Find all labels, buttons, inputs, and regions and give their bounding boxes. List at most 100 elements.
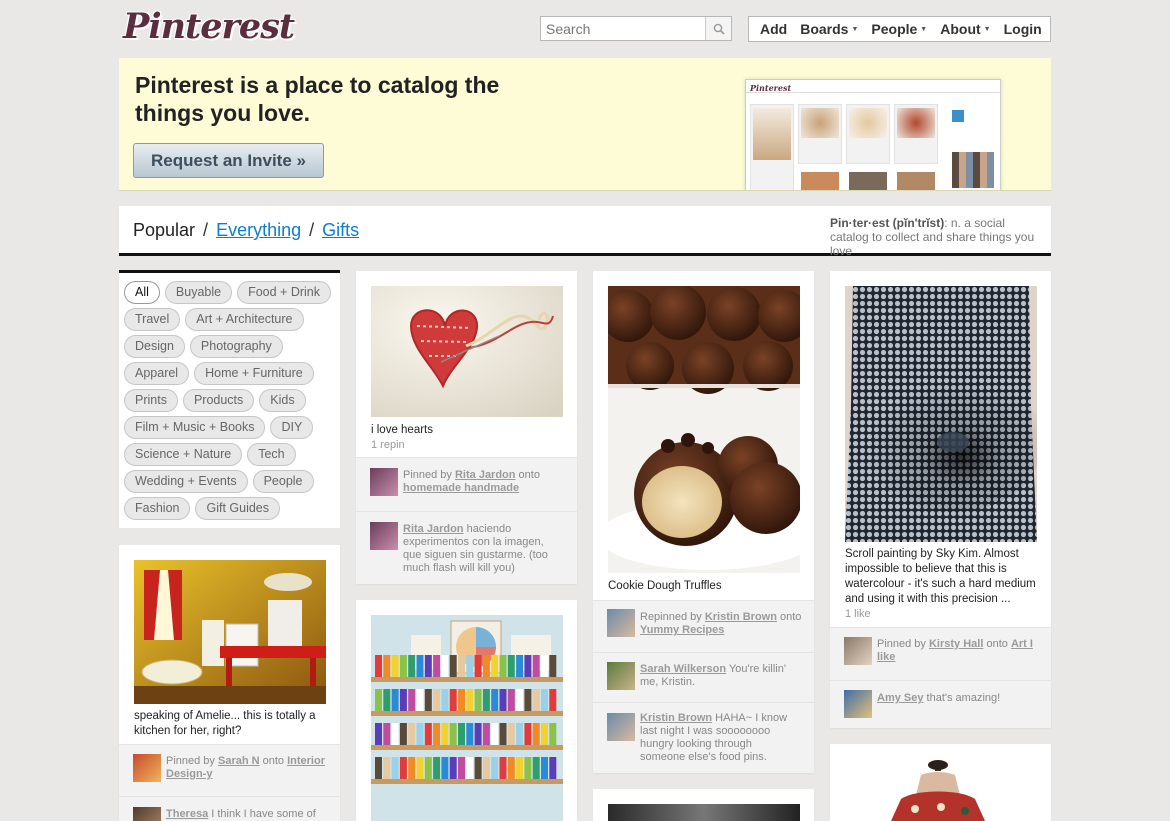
paint-bottle bbox=[449, 757, 457, 779]
paint-bottle bbox=[383, 723, 391, 745]
pinner-link[interactable]: Kirsty Hall bbox=[929, 638, 983, 650]
paint-bottle bbox=[491, 757, 499, 779]
avatar[interactable] bbox=[607, 713, 635, 741]
pin-card[interactable]: Cookie Dough Truffles Repinned by Kristi… bbox=[593, 271, 814, 773]
pin-card[interactable]: speaking of Amelie... this is totally a … bbox=[119, 545, 340, 821]
category-chip-home-furniture[interactable]: Home + Furniture bbox=[194, 362, 314, 385]
category-chip-art-architecture[interactable]: Art + Architecture bbox=[185, 308, 304, 331]
pin-image-paint-shelves[interactable] bbox=[371, 615, 563, 821]
paint-bottle bbox=[549, 757, 557, 779]
avatar[interactable] bbox=[370, 522, 398, 550]
caret-down-icon: ▼ bbox=[851, 25, 859, 33]
category-chip-gift-guides[interactable]: Gift Guides bbox=[195, 497, 281, 520]
paint-bottle bbox=[416, 655, 424, 677]
category-chip-kids[interactable]: Kids bbox=[259, 389, 306, 412]
paint-bottle bbox=[466, 655, 474, 677]
category-chip-food-drink[interactable]: Food + Drink bbox=[237, 281, 331, 304]
category-row: Prints Products Kids bbox=[124, 389, 340, 416]
board-link[interactable]: homemade handmade bbox=[403, 482, 519, 494]
pinner-link[interactable]: Rita Jardon bbox=[455, 469, 516, 481]
paint-bottle bbox=[516, 757, 524, 779]
commenter-link[interactable]: Theresa bbox=[166, 808, 208, 820]
pin-card[interactable] bbox=[356, 600, 577, 821]
pin-image-knitted-heart[interactable] bbox=[371, 286, 563, 417]
search-input[interactable] bbox=[541, 17, 705, 40]
commenter-link[interactable]: Kristin Brown bbox=[640, 712, 712, 724]
pin-attribution: Repinned by Kristin Brown onto Yummy Rec… bbox=[593, 600, 814, 652]
paint-bottle bbox=[375, 689, 382, 711]
avatar[interactable] bbox=[133, 807, 161, 821]
banner-headline: Pinterest is a place to catalog the thin… bbox=[135, 72, 500, 126]
pin-image[interactable] bbox=[608, 804, 800, 821]
pin-image-cookie-dough-truffles[interactable] bbox=[608, 286, 800, 573]
category-chip-diy[interactable]: DIY bbox=[270, 416, 314, 439]
category-chip-travel[interactable]: Travel bbox=[124, 308, 181, 331]
pin-image-dress-form[interactable] bbox=[845, 759, 1037, 821]
paint-bottle bbox=[391, 723, 399, 745]
paint-bottle bbox=[424, 723, 432, 745]
avatar[interactable] bbox=[844, 690, 872, 718]
paint-bottle bbox=[375, 723, 382, 745]
category-chip-buyable[interactable]: Buyable bbox=[164, 281, 233, 304]
pin-card[interactable] bbox=[593, 789, 814, 821]
category-row: Design Photography bbox=[124, 335, 340, 362]
shelf-board bbox=[371, 779, 563, 784]
avatar[interactable] bbox=[607, 662, 635, 690]
breadcrumb-gifts-link[interactable]: Gifts bbox=[322, 220, 359, 240]
avatar[interactable] bbox=[370, 468, 398, 496]
category-chip-film-music-books[interactable]: Film + Music + Books bbox=[124, 416, 266, 439]
category-chip-design[interactable]: Design bbox=[124, 335, 185, 358]
paint-bottle bbox=[541, 757, 548, 779]
paint-bottle bbox=[383, 689, 391, 711]
category-chip-photography[interactable]: Photography bbox=[189, 335, 283, 358]
pin-card[interactable]: i love hearts 1 repin Pinned by Rita Jar… bbox=[356, 271, 577, 584]
nav-people[interactable]: People ▼ bbox=[860, 21, 927, 37]
nav-add[interactable]: Add bbox=[749, 21, 787, 37]
paint-bottle bbox=[424, 689, 432, 711]
pinner-link[interactable]: Sarah N bbox=[218, 755, 260, 767]
category-chip-people[interactable]: People bbox=[252, 470, 314, 493]
search-box[interactable] bbox=[540, 16, 732, 41]
pin-comment: Kristin Brown HAHA~ I know last night I … bbox=[593, 702, 814, 773]
request-invite-button[interactable]: Request an Invite » bbox=[133, 143, 324, 178]
commenter-link[interactable]: Amy Sey bbox=[877, 692, 923, 704]
avatar[interactable] bbox=[133, 754, 161, 782]
pin-card[interactable] bbox=[830, 744, 1051, 821]
category-chip-fashion[interactable]: Fashion bbox=[124, 497, 191, 520]
paint-bottle bbox=[474, 655, 482, 677]
pin-card[interactable]: Scroll painting by Sky Kim. Almost impos… bbox=[830, 271, 1051, 728]
pin-image-scroll-painting[interactable] bbox=[845, 286, 1037, 542]
pin-image-red-kitchen[interactable] bbox=[134, 560, 326, 704]
breadcrumb-everything-link[interactable]: Everything bbox=[216, 220, 301, 240]
category-chip-apparel[interactable]: Apparel bbox=[124, 362, 190, 385]
paint-bottle bbox=[441, 689, 449, 711]
paint-bottle bbox=[466, 757, 474, 779]
paint-bottle bbox=[524, 655, 532, 677]
nav-about[interactable]: About ▼ bbox=[929, 21, 990, 37]
category-chip-products[interactable]: Products bbox=[182, 389, 255, 412]
commenter-link[interactable]: Sarah Wilkerson bbox=[640, 663, 726, 675]
pinner-link[interactable]: Kristin Brown bbox=[705, 611, 777, 623]
paint-bottle bbox=[466, 723, 474, 745]
paint-bottle bbox=[399, 689, 407, 711]
paint-bottle bbox=[491, 655, 499, 677]
avatar[interactable] bbox=[607, 609, 635, 637]
pin-attribution-text: Pinned by Kirsty Hall onto Art I like bbox=[877, 638, 1033, 663]
nav-boards[interactable]: Boards ▼ bbox=[789, 21, 858, 37]
pin-description: speaking of Amelie... this is totally a … bbox=[134, 710, 316, 737]
category-chip-prints[interactable]: Prints bbox=[124, 389, 178, 412]
avatar[interactable] bbox=[844, 637, 872, 665]
pin-comment: Theresa I think I have some of bbox=[119, 796, 340, 821]
category-chip-all[interactable]: All bbox=[124, 281, 160, 304]
search-button[interactable] bbox=[705, 17, 731, 40]
category-chip-tech[interactable]: Tech bbox=[247, 443, 296, 466]
category-chip-science-nature[interactable]: Science + Nature bbox=[124, 443, 243, 466]
category-chip-wedding-events[interactable]: Wedding + Events bbox=[124, 470, 248, 493]
nav-login[interactable]: Login bbox=[993, 21, 1042, 37]
paint-bottle bbox=[499, 757, 507, 779]
intro-banner: Pinterest is a place to catalog the thin… bbox=[119, 58, 1051, 191]
commenter-link[interactable]: Rita Jardon bbox=[403, 523, 464, 535]
pinterest-logo[interactable]: Pinterest bbox=[123, 6, 295, 47]
paint-bottle bbox=[458, 655, 465, 677]
board-link[interactable]: Yummy Recipes bbox=[640, 624, 724, 636]
